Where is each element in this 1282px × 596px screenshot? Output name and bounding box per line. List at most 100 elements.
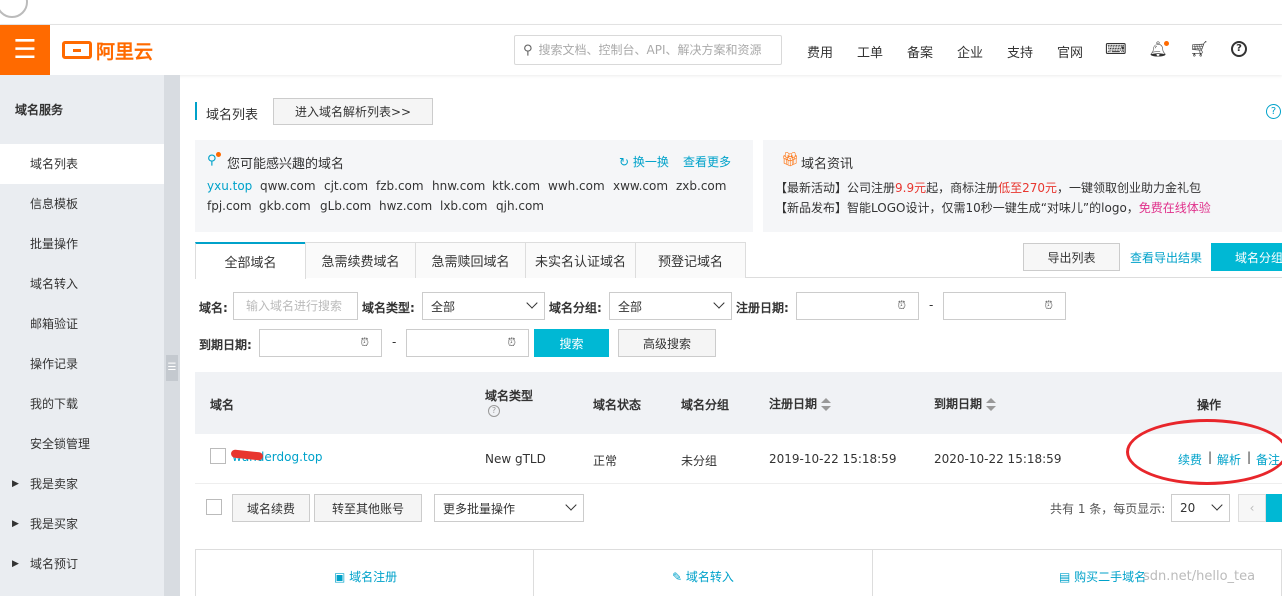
- col-exp-date[interactable]: 到期日期: [934, 395, 997, 412]
- view-export-results-link[interactable]: 查看导出结果: [1130, 249, 1202, 266]
- prev-page-button[interactable]: ‹: [1238, 494, 1266, 522]
- more-batch-ops-select[interactable]: 更多批量操作: [434, 494, 584, 522]
- sidebar-item-seller[interactable]: ▶ 我是卖家: [0, 464, 164, 504]
- buy-second-hand-link[interactable]: ▤ 购买二手域名: [1059, 568, 1146, 585]
- col-domain: 域名: [210, 398, 235, 412]
- type-help-icon[interactable]: ?: [488, 405, 500, 417]
- register-domain-link[interactable]: ▣ 域名注册: [334, 568, 397, 585]
- col-ops: 操作: [1197, 398, 1222, 412]
- suggested-domain[interactable]: hnw.com: [432, 179, 485, 193]
- suggested-domains-title: 您可能感兴趣的域名: [227, 157, 345, 172]
- domain-search-input[interactable]: [240, 299, 357, 313]
- group-select[interactable]: 全部: [609, 292, 732, 320]
- chevron-down-icon: [713, 297, 725, 309]
- nav-support[interactable]: 支持: [1007, 42, 1033, 61]
- tab-unverified[interactable]: 未实名认证域名: [525, 242, 636, 278]
- suggested-domain[interactable]: wwh.com: [548, 179, 605, 193]
- total-count: 共有 1 条，每页显示:: [1050, 502, 1166, 516]
- row-checkbox[interactable]: [210, 448, 226, 464]
- transfer-in-link[interactable]: ✎ 域名转入: [672, 568, 734, 585]
- sidebar-item-reserve[interactable]: ▶ 域名预订: [0, 544, 164, 584]
- nav-billing[interactable]: 费用: [807, 42, 833, 61]
- export-list-button[interactable]: 导出列表: [1023, 243, 1120, 271]
- help-circle-icon[interactable]: ?: [1266, 104, 1281, 119]
- tab-urgent-renew[interactable]: 急需续费域名: [305, 242, 416, 278]
- search-button[interactable]: 搜索: [534, 329, 609, 357]
- help-icon[interactable]: ?: [1231, 41, 1247, 57]
- suggested-domain[interactable]: xww.com: [613, 179, 668, 193]
- sidebar-item-op-log[interactable]: 操作记录: [0, 344, 164, 384]
- suggested-domain[interactable]: hwz.com: [379, 199, 432, 213]
- nav-icp[interactable]: 备案: [907, 42, 933, 61]
- suggested-domain[interactable]: gLb.com: [320, 199, 371, 213]
- domain-filter-label: 域名:: [199, 301, 228, 315]
- aliyun-logo[interactable]: 阿里云: [62, 38, 153, 63]
- sort-icon[interactable]: [986, 397, 997, 412]
- news-text: 【最新活动】公司注册: [775, 181, 896, 195]
- cell-group: 未分组: [681, 454, 718, 468]
- col-reg-date[interactable]: 注册日期: [769, 395, 832, 412]
- reg-date-end[interactable]: ⏰︎: [943, 292, 1066, 320]
- cart-icon[interactable]: 🛒︎: [1189, 40, 1209, 58]
- news-line-activity[interactable]: 【最新活动】公司注册9.9元起，商标注册低至270元，一键领取创业助力金礼包: [775, 179, 1201, 196]
- tab-all-domains[interactable]: 全部域名: [195, 242, 306, 279]
- reg-date-start[interactable]: ⏰︎: [796, 292, 919, 320]
- exp-date-start[interactable]: ⏰︎: [259, 329, 382, 357]
- enter-dns-list-button[interactable]: 进入域名解析列表>>: [273, 98, 433, 125]
- view-more-link[interactable]: 查看更多: [683, 153, 731, 170]
- suggested-domain[interactable]: qjh.com: [496, 199, 544, 213]
- suggested-domain[interactable]: fzb.com: [376, 179, 424, 193]
- suggested-domain[interactable]: fpj.com: [207, 199, 252, 213]
- domain-news-title: 域名资讯: [801, 157, 854, 172]
- calendar-icon[interactable]: ⏰︎: [360, 336, 369, 350]
- sidebar-item-batch-ops[interactable]: 批量操作: [0, 224, 164, 264]
- transfer-account-button[interactable]: 转至其他账号: [314, 494, 422, 522]
- sidebar-item-downloads[interactable]: 我的下载: [0, 384, 164, 424]
- tab-preregister[interactable]: 预登记域名: [635, 242, 746, 278]
- domain-group-button[interactable]: 域名分组: [1211, 243, 1282, 271]
- sidebar-item-transfer-in[interactable]: 域名转入: [0, 264, 164, 304]
- exp-date-end[interactable]: ⏰︎: [406, 329, 529, 357]
- sidebar-item-buyer[interactable]: ▶ 我是买家: [0, 504, 164, 544]
- nav-enterprise[interactable]: 企业: [957, 42, 983, 61]
- sidebar-item-domain-list[interactable]: 域名列表: [0, 144, 164, 184]
- sidebar-item-security-lock[interactable]: 安全锁管理: [0, 424, 164, 464]
- domain-search-field[interactable]: [233, 292, 358, 320]
- nav-tickets[interactable]: 工单: [857, 42, 883, 61]
- suggested-domain[interactable]: cjt.com: [324, 179, 368, 193]
- register-icon: ▣: [334, 570, 350, 584]
- calendar-icon[interactable]: ⏰︎: [897, 299, 906, 313]
- next-page-button[interactable]: [1266, 494, 1282, 522]
- free-trial-link[interactable]: 免费在线体验: [1139, 201, 1211, 215]
- sidebar-item-label: 安全锁管理: [30, 437, 91, 451]
- watermark: sdn.net/hello_tea: [1143, 569, 1256, 584]
- red-annotation-ellipse: [1126, 419, 1282, 485]
- suggested-domain[interactable]: qww.com: [260, 179, 316, 193]
- calendar-icon[interactable]: ⏰︎: [1044, 299, 1053, 313]
- news-line-product[interactable]: 【新品发布】智能LOGO设计，仅需10秒一键生成“对味儿”的logo，免费在线体…: [775, 199, 1211, 216]
- refresh-suggestions-link[interactable]: ↻ 换一换: [619, 153, 669, 170]
- suggested-domain[interactable]: zxb.com: [676, 179, 726, 193]
- advanced-search-button[interactable]: 高级搜索: [618, 329, 716, 357]
- reg-date-label: 注册日期:: [736, 301, 789, 315]
- search-input[interactable]: [538, 43, 769, 57]
- sidebar-item-email-verify[interactable]: 邮箱验证: [0, 304, 164, 344]
- batch-renew-button[interactable]: 域名续费: [232, 494, 310, 522]
- terminal-icon[interactable]: ⌨: [1105, 40, 1127, 58]
- select-all-checkbox[interactable]: [206, 499, 222, 515]
- type-select[interactable]: 全部: [422, 292, 545, 320]
- global-search[interactable]: ⚲: [514, 35, 782, 65]
- hamburger-menu-icon[interactable]: ☰: [0, 25, 50, 75]
- tab-urgent-redeem[interactable]: 急需赎回域名: [415, 242, 526, 278]
- suggested-domain[interactable]: ktk.com: [492, 179, 540, 193]
- page-size-select[interactable]: 20: [1171, 494, 1230, 522]
- nav-official-site[interactable]: 官网: [1057, 42, 1083, 61]
- sidebar-item-info-template[interactable]: 信息模板: [0, 184, 164, 224]
- gift-icon: 🎁︎: [781, 152, 799, 168]
- suggested-domain[interactable]: lxb.com: [440, 199, 488, 213]
- sort-icon[interactable]: [821, 397, 832, 412]
- suggested-domain[interactable]: yxu.top: [207, 179, 252, 193]
- calendar-icon[interactable]: ⏰︎: [507, 336, 516, 350]
- collapse-sidebar-icon[interactable]: ☰: [166, 355, 178, 381]
- suggested-domain[interactable]: gkb.com: [259, 199, 311, 213]
